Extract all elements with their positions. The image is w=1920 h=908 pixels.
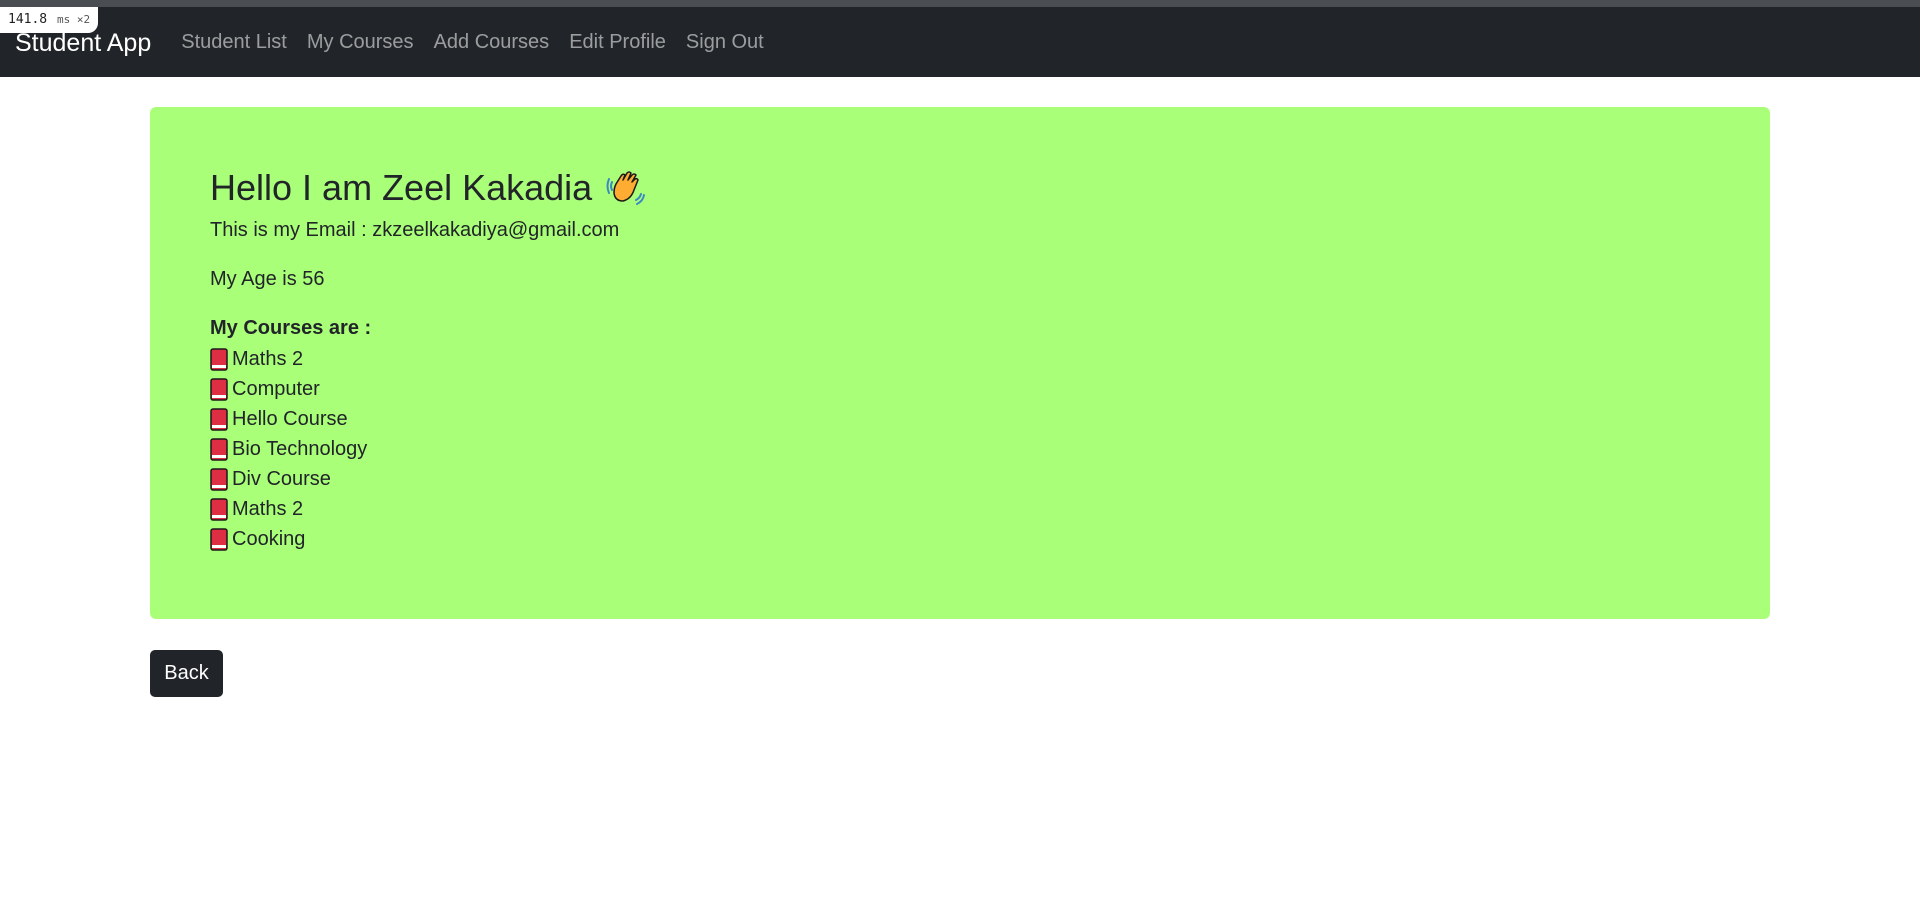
nav-link-add-courses[interactable]: Add Courses xyxy=(434,31,550,54)
book-icon xyxy=(210,347,228,371)
course-name: Div Course xyxy=(232,468,331,490)
book-icon xyxy=(210,497,228,521)
age-line: My Age is 56 xyxy=(210,268,325,290)
nav-link-student-list[interactable]: Student List xyxy=(181,31,287,54)
profile-card-content: Hello I am Zeel Kakadia This is my Email… xyxy=(210,167,646,554)
course-name: Bio Technology xyxy=(232,438,368,460)
course-name: Cooking xyxy=(232,528,306,550)
waving-hand-icon xyxy=(606,168,646,208)
book-icon xyxy=(210,377,228,401)
perf-unit: ms ×2 xyxy=(56,13,91,26)
greeting-text: Hello I am Zeel Kakadia xyxy=(210,167,593,208)
book-icon xyxy=(210,437,228,461)
back-button[interactable]: Back xyxy=(150,650,223,697)
navbar: Student App Student List My Courses Add … xyxy=(0,7,1920,77)
email-line: This is my Email : zkzeelkakadiya@gmail.… xyxy=(210,219,620,241)
performance-badge: 141.8 ms ×2 xyxy=(0,7,99,33)
nav-link-my-courses[interactable]: My Courses xyxy=(307,31,414,54)
perf-value: 141.8 xyxy=(8,12,48,27)
course-name: Computer xyxy=(232,378,320,400)
course-item: Maths 2 xyxy=(210,344,646,374)
book-icon xyxy=(210,527,228,551)
browser-top-strip xyxy=(0,0,1920,7)
nav-link-sign-out[interactable]: Sign Out xyxy=(686,31,764,54)
book-icon xyxy=(210,407,228,431)
course-name: Maths 2 xyxy=(232,348,304,370)
course-item: Maths 2 xyxy=(210,494,646,524)
nav-links: Student List My Courses Add Courses Edit… xyxy=(181,31,784,54)
course-name: Maths 2 xyxy=(232,498,304,520)
profile-card: Hello I am Zeel Kakadia This is my Email… xyxy=(150,107,1770,619)
nav-link-edit-profile[interactable]: Edit Profile xyxy=(569,31,666,54)
greeting-heading: Hello I am Zeel Kakadia xyxy=(210,167,646,209)
course-name: Hello Course xyxy=(232,408,348,430)
courses-title: My Courses are : xyxy=(210,317,372,339)
course-item: Bio Technology xyxy=(210,434,646,464)
course-list: Maths 2 Computer Hello Course Bio Techno… xyxy=(210,344,646,554)
course-item: Computer xyxy=(210,374,646,404)
book-icon xyxy=(210,467,228,491)
course-item: Hello Course xyxy=(210,404,646,434)
course-item: Div Course xyxy=(210,464,646,494)
course-item: Cooking xyxy=(210,524,646,554)
